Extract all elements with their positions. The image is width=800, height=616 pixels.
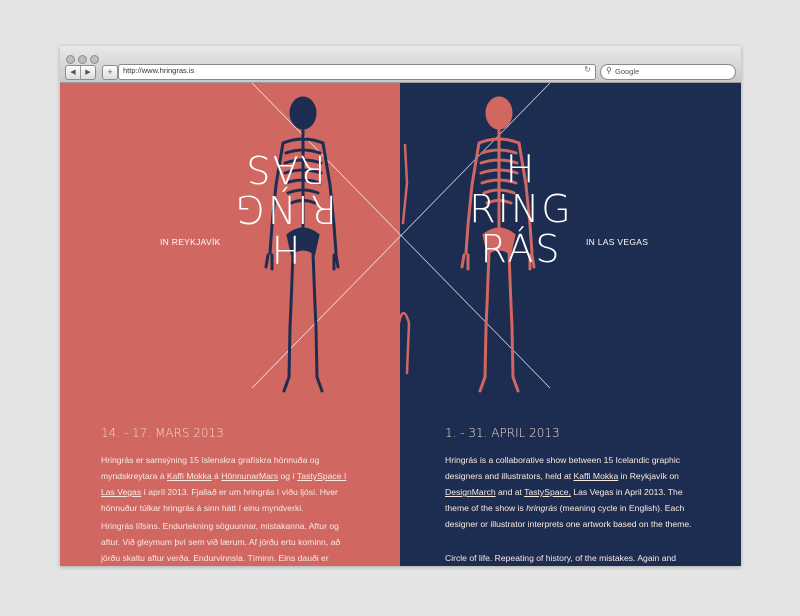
minimize-window-button[interactable] <box>78 55 87 64</box>
hringras-logo-left: H RING RÁS <box>230 147 340 271</box>
designmarch-link[interactable]: DesignMarch <box>445 487 496 497</box>
browser-toolbar: ◀ ▶ + http://www.hringras.is ↻ ⚲ <box>60 46 741 83</box>
browser-window: ◀ ▶ + http://www.hringras.is ↻ ⚲ Google … <box>60 46 741 566</box>
logo-line-h: H <box>505 147 537 191</box>
logo-line-h: H <box>269 227 301 271</box>
kaffi-mokka-link[interactable]: Kaffi Mokka <box>167 471 212 481</box>
close-window-button[interactable] <box>66 55 75 64</box>
city-label-las-vegas: IN LAS VEGAS <box>586 237 649 247</box>
address-bar[interactable]: http://www.hringras.is ↻ <box>118 64 596 80</box>
history-navigation: ◀ ▶ <box>65 65 96 80</box>
search-input[interactable] <box>615 66 725 77</box>
search-icon: ⚲ <box>606 66 612 75</box>
event-date-las-vegas: 1. - 31. APRIL 2013 <box>445 426 560 440</box>
city-label-reykjavik: IN REYKJAVÍK <box>160 237 221 247</box>
event-date-reykjavik: 14. - 17. MARS 2013 <box>101 426 224 440</box>
logo-line-ras: RÁS <box>480 227 562 271</box>
tastyspace-link[interactable]: TastySpace, <box>524 487 571 497</box>
description-paragraph-english: Hringrás is a collaborative show between… <box>445 455 692 529</box>
logo-line-ring: RING <box>233 187 337 231</box>
skeleton-fragments-center <box>397 143 411 375</box>
hringras-logo-right: H RING RÁS <box>466 149 576 269</box>
add-bookmark-button[interactable]: + <box>102 65 118 80</box>
web-page: H RING RÁS H RING RÁS IN REYKJAVÍK IN LA… <box>60 83 741 566</box>
search-field[interactable]: ⚲ <box>600 64 736 80</box>
kaffi-mokka-link[interactable]: Kaffi Mokka <box>574 471 619 481</box>
description-paragraph-icelandic: Hringrás er samsýning 15 íslenskra grafí… <box>101 455 347 513</box>
circle-of-life-paragraph-icelandic: Hringrás lífsins. Endurtekning söguunnar… <box>101 521 341 563</box>
zoom-window-button[interactable] <box>90 55 99 64</box>
reload-icon[interactable]: ↻ <box>584 65 591 74</box>
circle-of-life-paragraph-english: Circle of life. Repeating of history, of… <box>445 553 677 563</box>
url-text[interactable]: http://www.hringras.is <box>123 66 194 75</box>
back-arrow-icon[interactable]: ◀ <box>66 66 80 79</box>
logo-line-ring: RING <box>469 187 573 231</box>
hönnunarmars-link[interactable]: HönnunarMars <box>221 471 278 481</box>
forward-arrow-icon[interactable]: ▶ <box>80 66 95 79</box>
logo-line-ras: RÁS <box>244 147 326 191</box>
